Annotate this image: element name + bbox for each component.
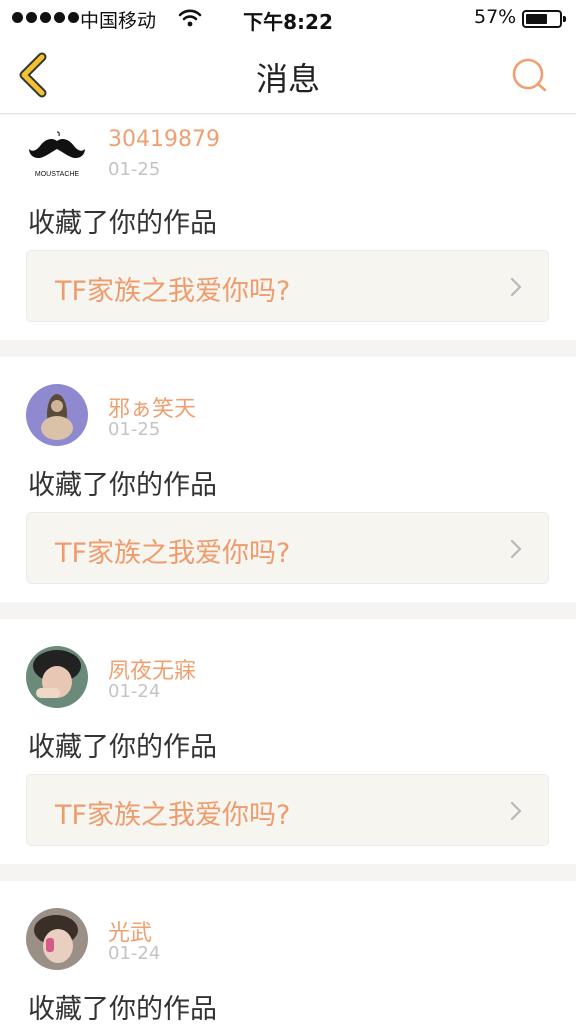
avatar[interactable] <box>26 646 88 708</box>
work-title: TF家族之我爱你吗? <box>55 276 291 307</box>
navigation-bar: 消息 <box>0 36 576 114</box>
username[interactable]: 30419879 <box>108 127 220 152</box>
battery-percent: 57% <box>474 6 517 28</box>
chevron-right-icon <box>510 801 522 821</box>
status-bar: 中国移动 下午8:22 57% <box>0 0 576 36</box>
message-card: 夙夜无寐 01-24 收藏了你的作品 TF家族之我爱你吗? <box>0 619 576 864</box>
action-text: 收藏了你的作品 <box>28 470 217 501</box>
message-date: 01-25 <box>108 159 161 180</box>
work-title: TF家族之我爱你吗? <box>55 538 291 569</box>
message-card: 邪ぁ笑天 01-25 收藏了你的作品 TF家族之我爱你吗? <box>0 357 576 602</box>
action-text: 收藏了你的作品 <box>28 208 217 239</box>
action-text: 收藏了你的作品 <box>28 994 217 1024</box>
search-icon <box>512 58 547 92</box>
work-link[interactable]: TF家族之我爱你吗? <box>26 250 549 322</box>
work-link[interactable]: TF家族之我爱你吗? <box>26 774 549 846</box>
battery-icon <box>522 10 566 28</box>
work-title: TF家族之我爱你吗? <box>55 800 291 831</box>
avatar[interactable] <box>26 908 88 970</box>
action-text: 收藏了你的作品 <box>28 732 217 763</box>
page-title: 消息 <box>255 60 320 98</box>
message-card: MOUSTACHE 30419879 01-25 收藏了你的作品 TF家族之我爱… <box>0 115 576 340</box>
chevron-right-icon <box>510 539 522 559</box>
chevron-right-icon <box>510 277 522 297</box>
avatar[interactable] <box>26 384 88 446</box>
message-date: 01-24 <box>108 943 161 964</box>
work-link[interactable]: TF家族之我爱你吗? <box>26 512 549 584</box>
search-button[interactable] <box>510 56 550 96</box>
message-date: 01-24 <box>108 681 161 702</box>
message-card: 光武 01-24 收藏了你的作品 <box>0 881 576 1024</box>
message-date: 01-25 <box>108 419 161 440</box>
avatar-logo-text: MOUSTACHE <box>35 171 80 178</box>
avatar[interactable]: MOUSTACHE <box>26 129 88 191</box>
